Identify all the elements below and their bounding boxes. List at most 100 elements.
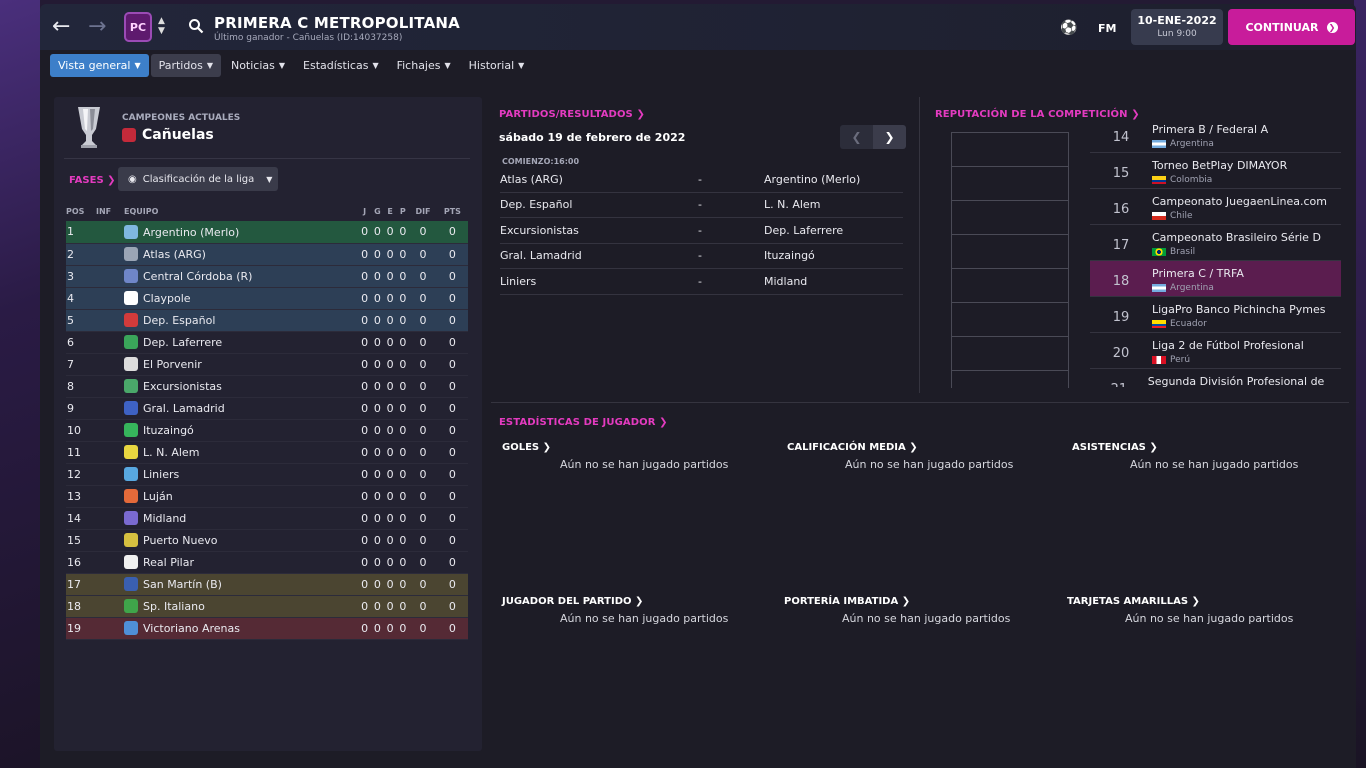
stat-yellow-cards-title[interactable]: TARJETAS AMARILLAS ❯ — [1067, 596, 1327, 607]
fixture-row[interactable]: Liniers - Midland — [500, 269, 903, 295]
col-dif[interactable]: DIF — [409, 201, 437, 221]
team-cell[interactable]: Midland — [124, 507, 359, 530]
team-cell[interactable]: Central Córdoba (R) — [124, 265, 359, 288]
stat-e-cell: 0 — [383, 507, 397, 530]
standings-row[interactable]: 18 Sp. Italiano 0 0 0 0 0 0 — [66, 595, 468, 618]
team-name: El Porvenir — [143, 358, 202, 371]
team-cell[interactable]: Real Pilar — [124, 551, 359, 574]
standings-row[interactable]: 7 El Porvenir 0 0 0 0 0 0 — [66, 353, 468, 376]
tab-noticias[interactable]: Noticias ▼ — [223, 54, 293, 77]
standings-row[interactable]: 19 Victoriano Arenas 0 0 0 0 0 0 — [66, 617, 468, 640]
col-pts[interactable]: PTS — [437, 201, 468, 221]
fm-button[interactable]: FM — [1098, 22, 1116, 35]
stat-dif-cell: 0 — [409, 397, 437, 420]
tab-fichajes[interactable]: Fichajes ▼ — [389, 54, 459, 77]
standings-row[interactable]: 3 Central Córdoba (R) 0 0 0 0 0 0 — [66, 265, 468, 288]
standings-row[interactable]: 9 Gral. Lamadrid 0 0 0 0 0 0 — [66, 397, 468, 420]
stages-link[interactable]: FASES ❯ — [69, 175, 116, 186]
col-pos[interactable]: POS — [66, 201, 96, 221]
previous-page-button[interactable]: ❮ — [840, 125, 873, 149]
team-cell[interactable]: L. N. Alem — [124, 441, 359, 464]
team-cell[interactable]: Gral. Lamadrid — [124, 397, 359, 420]
standings-row[interactable]: 2 Atlas (ARG) 0 0 0 0 0 0 — [66, 243, 468, 266]
col-g[interactable]: G — [371, 201, 384, 221]
standings-row[interactable]: 10 Ituzaingó 0 0 0 0 0 0 — [66, 419, 468, 442]
fixtures-title-link[interactable]: PARTIDOS/RESULTADOS ❯ — [499, 109, 645, 120]
fixture-row[interactable]: Dep. Español - L. N. Alem — [500, 193, 903, 218]
team-cell[interactable]: Excursionistas — [124, 375, 359, 398]
stat-assists-title[interactable]: ASISTENCIAS ❯ — [1072, 442, 1332, 453]
team-cell[interactable]: Claypole — [124, 287, 359, 310]
team-cell[interactable]: Ituzaingó — [124, 419, 359, 442]
standings-row[interactable]: 4 Claypole 0 0 0 0 0 0 — [66, 287, 468, 310]
champions-team[interactable]: Cañuelas — [122, 127, 214, 143]
team-cell[interactable]: Puerto Nuevo — [124, 529, 359, 552]
stat-pts-cell: 0 — [436, 573, 468, 596]
standings-row[interactable]: 1 Argentino (Merlo) 0 0 0 0 0 0 — [66, 221, 468, 244]
stat-clean-sheets-title[interactable]: PORTERÍA IMBATIDA ❯ — [784, 596, 1044, 607]
team-cell[interactable]: Atlas (ARG) — [124, 243, 359, 266]
reputation-info: Primera C / TRFA Argentina — [1152, 261, 1244, 293]
stages-dropdown[interactable]: ◉ Clasificación de la liga ▼ — [118, 167, 278, 191]
date-box[interactable]: 10-ENE-2022 Lun 9:00 — [1131, 9, 1223, 45]
stat-j-cell: 0 — [358, 573, 371, 596]
standings-row[interactable]: 15 Puerto Nuevo 0 0 0 0 0 0 — [66, 529, 468, 552]
reputation-item[interactable]: 20 Liga 2 de Fútbol Profesional Perú — [1090, 333, 1341, 369]
standings-row[interactable]: 6 Dep. Laferrere 0 0 0 0 0 0 — [66, 331, 468, 354]
col-p[interactable]: P — [396, 201, 409, 221]
stat-average-rating-title[interactable]: CALIFICACIÓN MEDIA ❯ — [787, 442, 1047, 453]
team-cell[interactable]: Argentino (Merlo) — [124, 221, 359, 244]
col-e[interactable]: E — [384, 201, 397, 221]
team-cell[interactable]: Dep. Laferrere — [124, 331, 359, 354]
back-arrow-icon[interactable]: ← — [52, 16, 70, 38]
reputation-item[interactable]: 19 LigaPro Banco Pichincha Pymes Ecuador — [1090, 297, 1341, 333]
stat-p-cell: 0 — [396, 507, 410, 530]
fixture-row[interactable]: Excursionistas - Dep. Laferrere — [500, 218, 903, 244]
fixture-row[interactable]: Gral. Lamadrid - Ituzaingó — [500, 244, 903, 269]
competition-name: Campeonato Brasileiro Série D — [1152, 231, 1321, 244]
col-team[interactable]: EQUIPO — [124, 201, 358, 221]
home-team: Gral. Lamadrid — [500, 249, 582, 263]
team-cell[interactable]: San Martín (B) — [124, 573, 359, 596]
search-icon[interactable] — [188, 18, 204, 34]
reputation-item[interactable]: 21 Segunda División Profesional de Chile… — [1090, 369, 1341, 387]
standings-row[interactable]: 8 Excursionistas 0 0 0 0 0 0 — [66, 375, 468, 398]
reputation-item[interactable]: 16 Campeonato JuegaenLinea.com Chile — [1090, 189, 1341, 225]
standings-row[interactable]: 12 Liniers 0 0 0 0 0 0 — [66, 463, 468, 486]
stat-player-of-match-title[interactable]: JUGADOR DEL PARTIDO ❯ — [502, 596, 762, 607]
team-cell[interactable]: Liniers — [124, 463, 359, 486]
forward-arrow-icon[interactable]: → — [88, 16, 106, 38]
football-icon[interactable]: ⚽ — [1060, 20, 1077, 36]
continue-button[interactable]: CONTINUAR ❯ — [1228, 9, 1355, 45]
country-name: Argentina — [1170, 283, 1214, 293]
reputation-item[interactable]: 18 Primera C / TRFA Argentina — [1090, 261, 1341, 297]
team-cell[interactable]: Sp. Italiano — [124, 595, 359, 618]
stat-pts-cell: 0 — [436, 551, 468, 574]
standings-row[interactable]: 5 Dep. Español 0 0 0 0 0 0 — [66, 309, 468, 332]
player-stats-title-link[interactable]: ESTADÍSTICAS DE JUGADOR ❯ — [499, 417, 668, 428]
tab-vista-general[interactable]: Vista general ▼ — [50, 54, 149, 77]
home-team: Atlas (ARG) — [500, 172, 563, 186]
col-j[interactable]: J — [358, 201, 371, 221]
next-page-button[interactable]: ❯ — [873, 125, 906, 149]
standings-row[interactable]: 16 Real Pilar 0 0 0 0 0 0 — [66, 551, 468, 574]
team-cell[interactable]: Dep. Español — [124, 309, 359, 332]
standings-row[interactable]: 14 Midland 0 0 0 0 0 0 — [66, 507, 468, 530]
fixture-row[interactable]: Atlas (ARG) - Argentino (Merlo) — [500, 167, 903, 193]
tab-estadisticas[interactable]: Estadísticas ▼ — [295, 54, 387, 77]
stat-goals-title[interactable]: GOLES ❯ — [502, 442, 762, 453]
info-cell — [96, 573, 124, 596]
standings-row[interactable]: 11 L. N. Alem 0 0 0 0 0 0 — [66, 441, 468, 464]
standings-row[interactable]: 13 Luján 0 0 0 0 0 0 — [66, 485, 468, 508]
reputation-item[interactable]: 17 Campeonato Brasileiro Série D Brasil — [1090, 225, 1341, 261]
team-cell[interactable]: El Porvenir — [124, 353, 359, 376]
team-cell[interactable]: Luján — [124, 485, 359, 508]
reputation-item[interactable]: 14 Primera B / Federal A Argentina — [1090, 117, 1341, 153]
tab-historial[interactable]: Historial ▼ — [461, 54, 533, 77]
reputation-item[interactable]: 15 Torneo BetPlay DIMAYOR Colombia — [1090, 153, 1341, 189]
team-cell[interactable]: Victoriano Arenas — [124, 617, 359, 640]
up-down-chevron-icon[interactable]: ▲ ▼ — [158, 16, 165, 36]
col-inf[interactable]: INF — [96, 201, 124, 221]
tab-partidos[interactable]: Partidos ▼ — [150, 54, 221, 77]
standings-row[interactable]: 17 San Martín (B) 0 0 0 0 0 0 — [66, 573, 468, 596]
